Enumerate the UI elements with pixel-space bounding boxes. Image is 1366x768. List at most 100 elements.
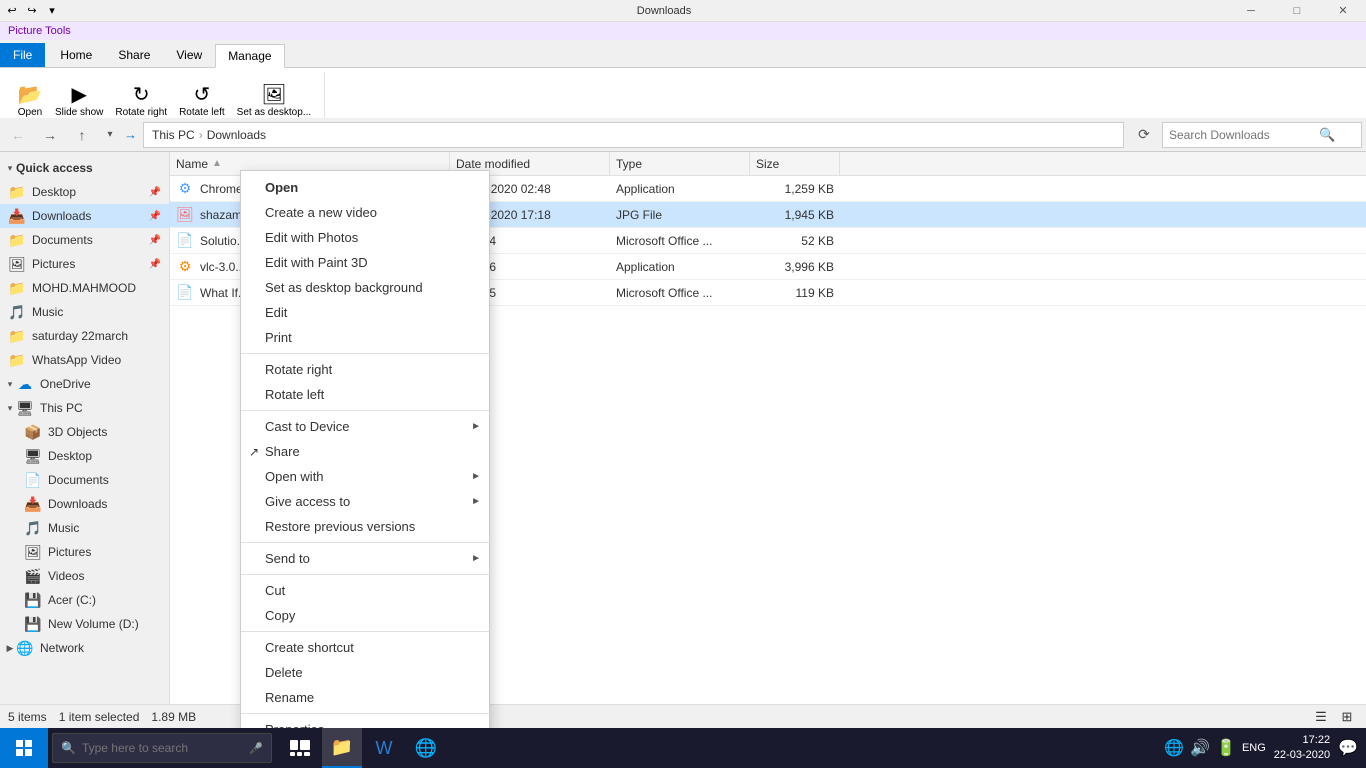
clock-date: 22-03-2020 xyxy=(1274,748,1330,763)
rotate-right-icon: ↻ xyxy=(133,82,150,107)
ctx-cut-label: Cut xyxy=(265,583,285,598)
window-title: Downloads xyxy=(60,5,1228,17)
sidebar-item-pictures-quick[interactable]: 🖼 Pictures 📌 xyxy=(0,252,169,276)
ctx-copy[interactable]: Copy xyxy=(241,603,489,628)
ctx-share-label: Share xyxy=(265,444,300,459)
sidebar-section-quick-access[interactable]: ▾ Quick access xyxy=(0,156,169,180)
back-button[interactable]: ← xyxy=(4,122,32,148)
taskview-button[interactable] xyxy=(280,728,320,768)
view-details-button[interactable]: ☰ xyxy=(1310,706,1332,728)
title-dropdown[interactable]: ▾ xyxy=(44,3,60,19)
notification-icon[interactable]: 💬 xyxy=(1338,738,1358,758)
sidebar-item-saturday[interactable]: 📁 saturday 22march xyxy=(0,324,169,348)
chrome-taskbar-button[interactable]: 🌐 xyxy=(406,728,446,768)
sidebar-label-3dobjects: 3D Objects xyxy=(48,425,161,439)
word-taskbar-button[interactable]: W xyxy=(364,728,404,768)
minimize-button[interactable]: ─ xyxy=(1228,0,1274,22)
sidebar-item-3dobjects[interactable]: 📦 3D Objects xyxy=(0,420,169,444)
taskbar-search-input[interactable] xyxy=(82,741,232,755)
ctx-edit-paint3d[interactable]: Edit with Paint 3D xyxy=(241,250,489,275)
ctx-rotate-right[interactable]: Rotate right xyxy=(241,357,489,382)
ctx-create-video-label: Create a new video xyxy=(265,205,377,220)
maximize-button[interactable]: □ xyxy=(1274,0,1320,22)
dropdown-recent-button[interactable]: ▾ xyxy=(100,122,120,148)
tab-share[interactable]: Share xyxy=(105,43,163,67)
saturday-icon: 📁 xyxy=(8,327,26,345)
col-header-size[interactable]: Size xyxy=(750,152,840,175)
ctx-restore-versions[interactable]: Restore previous versions xyxy=(241,514,489,539)
mohd-folder-icon: 📁 xyxy=(8,279,26,297)
sidebar-item-acerc[interactable]: 💾 Acer (C:) xyxy=(0,588,169,612)
ctx-share[interactable]: ↗ Share xyxy=(241,439,489,464)
ctx-print[interactable]: Print xyxy=(241,325,489,350)
sidebar-item-downloads-pc[interactable]: 📥 Downloads xyxy=(0,492,169,516)
refresh-button[interactable]: ⟳ xyxy=(1130,122,1158,148)
search-box[interactable]: 🔍 xyxy=(1162,122,1362,148)
send-to-submenu-arrow: ► xyxy=(471,553,481,564)
sidebar-item-music-pc[interactable]: 🎵 Music xyxy=(0,516,169,540)
sidebar-item-whatsapp[interactable]: 📁 WhatsApp Video xyxy=(0,348,169,372)
ribbon-btn-slide[interactable]: ▶ Slide show xyxy=(50,79,108,121)
file-icon-solutio: 📄 xyxy=(176,232,194,250)
title-undo[interactable]: ↩ xyxy=(4,3,20,19)
ribbon-btn-rotate-left[interactable]: ↺ Rotate left xyxy=(174,79,230,121)
ctx-edit[interactable]: Edit xyxy=(241,300,489,325)
taskbar-clock[interactable]: 17:22 22-03-2020 xyxy=(1274,733,1330,764)
ctx-edit-photos[interactable]: Edit with Photos xyxy=(241,225,489,250)
ctx-open[interactable]: Open xyxy=(241,175,489,200)
ctx-create-shortcut[interactable]: Create shortcut xyxy=(241,635,489,660)
tab-file[interactable]: File xyxy=(0,43,45,67)
ctx-create-video[interactable]: Create a new video xyxy=(241,200,489,225)
volume-taskbar-icon[interactable]: 🔊 xyxy=(1190,738,1210,758)
address-bar: ← → ↑ ▾ → This PC › Downloads ⟳ 🔍 xyxy=(0,118,1366,152)
sidebar-item-pictures-pc[interactable]: 🖼 Pictures xyxy=(0,540,169,564)
forward-button[interactable]: → xyxy=(36,122,64,148)
ctx-set-desktop-label: Set as desktop background xyxy=(265,280,423,295)
ctx-cast[interactable]: Cast to Device ► xyxy=(241,414,489,439)
view-large-icons-button[interactable]: ⊞ xyxy=(1336,706,1358,728)
tab-view[interactable]: View xyxy=(163,43,215,67)
ribbon-btn-open-file[interactable]: 📂 Open xyxy=(12,79,48,121)
tab-home[interactable]: Home xyxy=(47,43,105,67)
file-explorer-taskbar-button[interactable]: 📁 xyxy=(322,728,362,768)
documents-pc-icon: 📄 xyxy=(24,471,42,489)
sidebar-item-documents-pc[interactable]: 📄 Documents xyxy=(0,468,169,492)
sidebar-item-drived[interactable]: 💾 New Volume (D:) xyxy=(0,612,169,636)
ctx-delete[interactable]: Delete xyxy=(241,660,489,685)
taskbar-search-box[interactable]: 🔍 🎤 xyxy=(52,733,272,763)
sidebar-onedrive-header[interactable]: ▾ ☁ OneDrive xyxy=(0,372,169,396)
ctx-open-with[interactable]: Open with ► xyxy=(241,464,489,489)
tab-manage[interactable]: Manage xyxy=(215,44,284,68)
search-input[interactable] xyxy=(1169,128,1319,142)
ctx-sep-4 xyxy=(241,574,489,575)
close-button[interactable]: ✕ xyxy=(1320,0,1366,22)
sidebar-item-documents-quick[interactable]: 📁 Documents 📌 xyxy=(0,228,169,252)
address-path[interactable]: This PC › Downloads xyxy=(143,122,1124,148)
ctx-open-with-label: Open with xyxy=(265,469,324,484)
battery-taskbar-icon[interactable]: 🔋 xyxy=(1216,738,1236,758)
sidebar-item-videos[interactable]: 🎬 Videos xyxy=(0,564,169,588)
ctx-send-to[interactable]: Send to ► xyxy=(241,546,489,571)
sidebar-network-header[interactable]: ▶ 🌐 Network xyxy=(0,636,169,660)
whatsapp-icon: 📁 xyxy=(8,351,26,369)
title-redo[interactable]: ↪ xyxy=(24,3,40,19)
ctx-rename[interactable]: Rename xyxy=(241,685,489,710)
sidebar-label-videos: Videos xyxy=(48,569,161,583)
sidebar-thispc-header[interactable]: ▾ 🖥 This PC xyxy=(0,396,169,420)
sidebar-item-desktop-pc[interactable]: 🖥 Desktop xyxy=(0,444,169,468)
ribbon-btn-rotate-right[interactable]: ↻ Rotate right xyxy=(110,79,172,121)
sidebar-item-music[interactable]: 🎵 Music xyxy=(0,300,169,324)
sidebar-item-desktop-quick[interactable]: 📁 Desktop 📌 xyxy=(0,180,169,204)
col-header-type[interactable]: Type xyxy=(610,152,750,175)
ctx-cut[interactable]: Cut xyxy=(241,578,489,603)
sidebar-item-downloads-quick[interactable]: 📥 Downloads 📌 xyxy=(0,204,169,228)
ribbon-btn-background[interactable]: 🖼 Set as desktop... xyxy=(232,79,317,121)
ctx-set-desktop[interactable]: Set as desktop background xyxy=(241,275,489,300)
sidebar-item-mohd[interactable]: 📁 MOHD.MAHMOOD xyxy=(0,276,169,300)
ctx-sep-1 xyxy=(241,353,489,354)
up-button[interactable]: ↑ xyxy=(68,122,96,148)
start-button[interactable] xyxy=(0,728,48,768)
network-taskbar-icon[interactable]: 🌐 xyxy=(1164,738,1184,758)
ctx-give-access[interactable]: Give access to ► xyxy=(241,489,489,514)
ctx-rotate-left[interactable]: Rotate left xyxy=(241,382,489,407)
